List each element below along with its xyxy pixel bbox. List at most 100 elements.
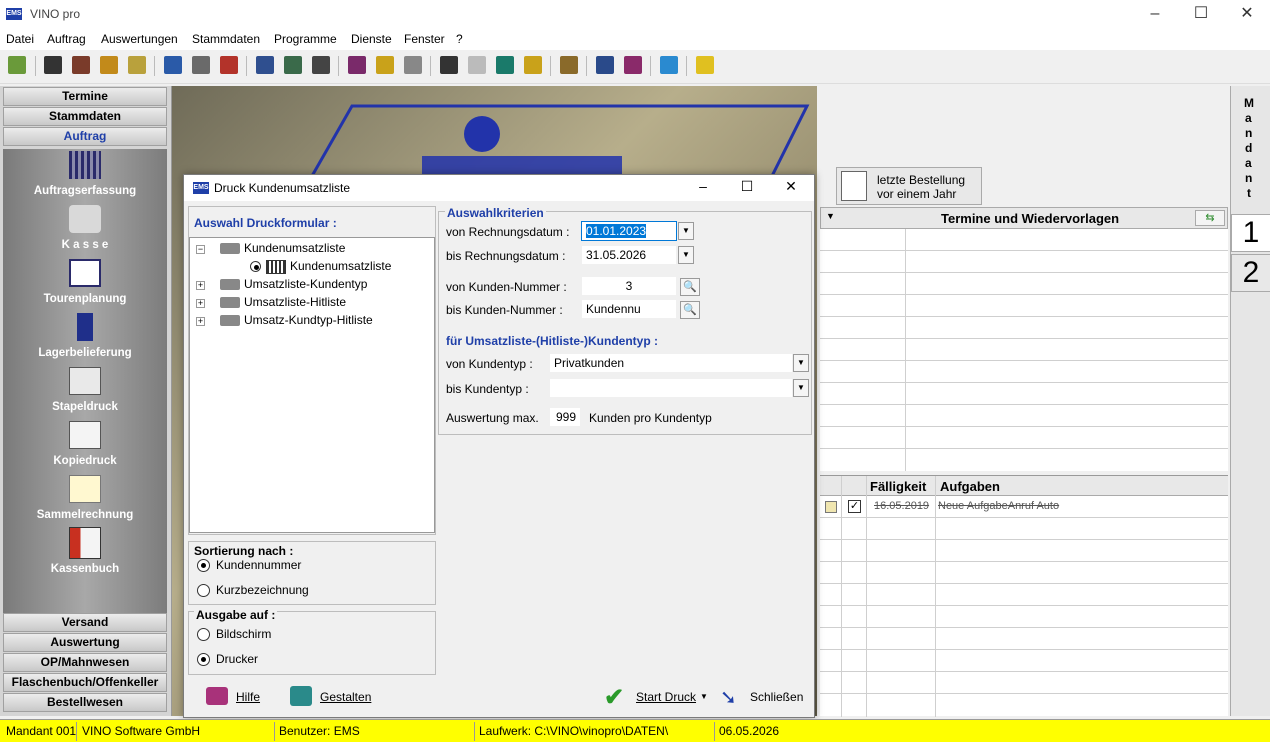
- von-datum-field[interactable]: 01.01.2023: [581, 221, 677, 241]
- start-print-button[interactable]: ✔ Start Druck ▼: [602, 683, 712, 711]
- sort-radio-kurzbezeichnung[interactable]: [197, 584, 210, 597]
- camera-icon[interactable]: [440, 56, 458, 74]
- sort-radio-kundennummer[interactable]: [197, 559, 210, 572]
- money-icon[interactable]: [376, 56, 394, 74]
- calendar-warning-icon[interactable]: [220, 56, 238, 74]
- exit-door-icon[interactable]: [696, 56, 714, 74]
- menu-programme[interactable]: Programme: [274, 32, 337, 46]
- book-icon[interactable]: [312, 56, 330, 74]
- info-icon[interactable]: [596, 56, 614, 74]
- bis-kunde-search-icon[interactable]: 🔍: [680, 301, 700, 319]
- help-button[interactable]: Hilfe: [204, 683, 288, 711]
- minimize-button[interactable]: –: [1132, 0, 1178, 28]
- sort-group: Sortierung nach : Kundennummer Kurzbezei…: [188, 541, 436, 605]
- bis-typ-dropdown-icon[interactable]: ▼: [793, 379, 809, 397]
- von-datum-dropdown-icon[interactable]: ▼: [678, 222, 694, 240]
- tree-expander[interactable]: −: [196, 245, 205, 254]
- tasks-col-faelligkeit[interactable]: Fälligkeit: [870, 479, 926, 494]
- output-radio-bildschirm[interactable]: [197, 628, 210, 641]
- sidebar-head-termine[interactable]: Termine: [3, 87, 167, 106]
- delivery-icon[interactable]: [100, 56, 118, 74]
- menu-auswertungen[interactable]: Auswertungen: [101, 32, 178, 46]
- task-date: 16.05.2019: [874, 500, 930, 512]
- menu-dienste[interactable]: Dienste: [351, 32, 392, 46]
- sidebar-head-bestellwesen[interactable]: Bestellwesen: [3, 693, 167, 712]
- cart-icon[interactable]: [164, 56, 182, 74]
- von-kunde-field[interactable]: 3: [581, 276, 677, 296]
- sidebar-head-stammdaten[interactable]: Stammdaten: [3, 107, 167, 126]
- sidebar-item-kassenbuch[interactable]: Kassenbuch: [3, 563, 167, 575]
- menu-help[interactable]: ?: [456, 32, 463, 46]
- menu-fenster[interactable]: Fenster: [404, 32, 445, 46]
- max-field[interactable]: 999: [549, 407, 581, 427]
- globe-icon[interactable]: [284, 56, 302, 74]
- mandant-tab-2[interactable]: 2: [1231, 254, 1270, 292]
- phone-icon[interactable]: [44, 56, 62, 74]
- sidebar-item-auftragserfassung[interactable]: Auftragserfassung: [3, 185, 167, 197]
- bis-datum-field[interactable]: 31.05.2026: [581, 245, 677, 265]
- von-typ-dropdown-icon[interactable]: ▼: [793, 354, 809, 372]
- menu-datei[interactable]: Datei: [6, 32, 34, 46]
- bis-datum-dropdown-icon[interactable]: ▼: [678, 246, 694, 264]
- discount-icon[interactable]: [192, 56, 210, 74]
- printer-icon[interactable]: [560, 56, 578, 74]
- teamviewer-icon[interactable]: [660, 56, 678, 74]
- bis-typ-select[interactable]: [549, 378, 793, 398]
- maximize-button[interactable]: ☐: [1178, 0, 1224, 28]
- status-separator: [474, 722, 475, 741]
- design-button[interactable]: Gestalten: [288, 683, 388, 711]
- bottles-icon[interactable]: [72, 56, 90, 74]
- sidebar-head-auswertung[interactable]: Auswertung: [3, 633, 167, 652]
- output-radio-drucker[interactable]: [197, 653, 210, 666]
- last-order-button[interactable]: letzte Bestellung vor einem Jahr: [836, 167, 982, 205]
- sidebar-item-sammelrechnung[interactable]: Sammelrechnung: [3, 509, 167, 521]
- sidebar-item-kasse[interactable]: K a s s e: [3, 239, 167, 251]
- tree-node-label: Kundenumsatzliste: [244, 241, 346, 255]
- task-text[interactable]: Neue AufgabeAnruf Auto: [938, 500, 1059, 512]
- dialog-app-icon: EMS: [193, 182, 209, 194]
- menu-stammdaten[interactable]: Stammdaten: [192, 32, 260, 46]
- sidebar-item-tourenplanung[interactable]: Tourenplanung: [3, 293, 167, 305]
- sidebar-item-kopiedruck[interactable]: Kopiedruck: [3, 455, 167, 467]
- calculator-icon[interactable]: [496, 56, 514, 74]
- document-icon[interactable]: [468, 56, 486, 74]
- grid-icon: [69, 151, 101, 179]
- sidebar-head-opmahnwesen[interactable]: OP/Mahnwesen: [3, 653, 167, 672]
- chart-icon[interactable]: [348, 56, 366, 74]
- transfer-icon[interactable]: [404, 56, 422, 74]
- mandant-tab-1[interactable]: 1: [1231, 214, 1270, 252]
- sidebar-item-lagerbelieferung[interactable]: Lagerbelieferung: [3, 347, 167, 359]
- exit-arrow-icon: ➘: [720, 687, 737, 709]
- dialog-close-button[interactable]: ✕: [776, 178, 806, 195]
- sidebar-head-flaschenbuch[interactable]: Flaschenbuch/Offenkeller: [3, 673, 167, 692]
- refresh-icon[interactable]: ⇆: [1195, 210, 1225, 226]
- sidebar-head-versand[interactable]: Versand: [3, 613, 167, 632]
- menu-auftrag[interactable]: Auftrag: [47, 32, 86, 46]
- tasks-col-aufgaben[interactable]: Aufgaben: [940, 479, 1000, 494]
- dialog-minimize-button[interactable]: –: [688, 178, 718, 194]
- status-mandant: Mandant 001: [6, 724, 77, 738]
- task-done-checkbox[interactable]: ✓: [848, 500, 861, 513]
- von-typ-select[interactable]: Privatkunden: [549, 353, 793, 373]
- tree-expander[interactable]: +: [196, 281, 205, 290]
- books-icon[interactable]: [624, 56, 642, 74]
- sidebar-item-stapeldruck[interactable]: Stapeldruck: [3, 401, 167, 413]
- tree-leaf-radio[interactable]: [250, 261, 261, 272]
- notepad-icon[interactable]: [8, 56, 26, 74]
- close-button[interactable]: ✕: [1224, 0, 1270, 28]
- von-kunde-search-icon[interactable]: 🔍: [680, 278, 700, 296]
- columns-icon[interactable]: [524, 56, 542, 74]
- dialog-maximize-button[interactable]: ☐: [732, 178, 762, 195]
- chevron-down-icon[interactable]: ▼: [826, 211, 835, 221]
- users-icon[interactable]: [128, 56, 146, 74]
- chevron-down-icon[interactable]: ▼: [700, 692, 708, 701]
- bis-kunde-field[interactable]: Kundennu: [581, 299, 677, 319]
- tree-expander[interactable]: +: [196, 299, 205, 308]
- close-dialog-button[interactable]: ➘ Schließen: [718, 683, 814, 711]
- sidebar-head-auftrag[interactable]: Auftrag: [3, 127, 167, 146]
- table-icon[interactable]: [256, 56, 274, 74]
- tree-expander[interactable]: +: [196, 317, 205, 326]
- close-dialog-label: Schließen: [750, 690, 804, 704]
- output-group: Ausgabe auf : Bildschirm Drucker: [188, 608, 436, 675]
- mandant-letter: n: [1245, 126, 1253, 140]
